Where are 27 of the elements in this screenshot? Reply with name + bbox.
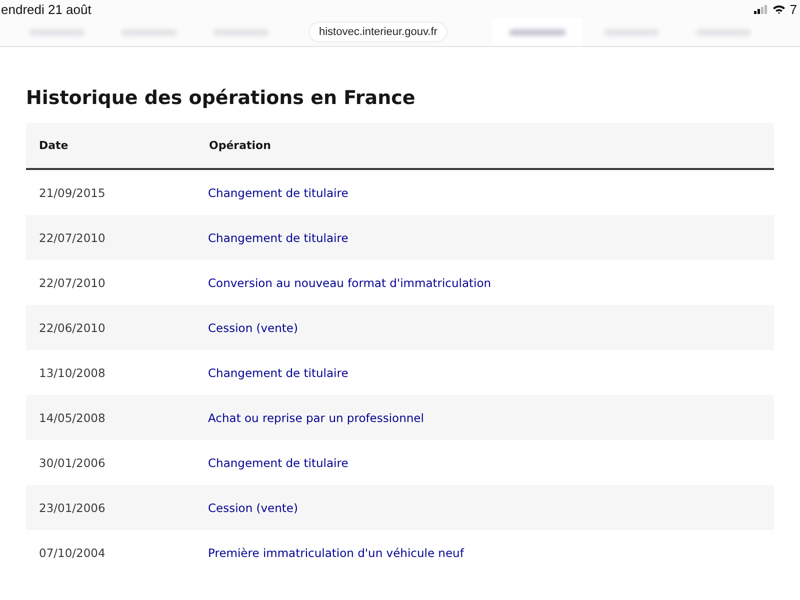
column-header: Opération <box>208 139 272 152</box>
operation-link[interactable]: Conversion au nouveau format d'immatriculation <box>196 276 492 290</box>
date-cell-text: 22/06/2010 <box>38 320 106 334</box>
status-date: endredi 21 août <box>1 2 92 16</box>
date-cell-text: 22/07/2010 <box>38 276 106 290</box>
url-bar[interactable]: histovec.interieur.gouv.fr <box>310 23 446 41</box>
operation-link[interactable]: Changement de titulaire <box>196 230 348 244</box>
column-header: Date <box>38 139 70 152</box>
tab[interactable] <box>492 18 582 46</box>
date-cell-text: 07/10/2004 <box>38 546 106 560</box>
battery-percent: 7 <box>790 2 797 16</box>
operation-link[interactable]: Changement de titulaire <box>196 366 348 380</box>
operation-link[interactable]: Changement de titulaire <box>196 186 348 200</box>
wifi-icon <box>772 4 785 14</box>
operation-link[interactable]: Première immatriculation d'un véhicule neuf <box>196 546 464 560</box>
date-cell-text: 23/01/2006 <box>38 500 106 514</box>
signal-icon <box>754 4 768 14</box>
date-cell-text: 13/10/2008 <box>38 366 106 380</box>
date-cell-text: 30/01/2006 <box>38 456 106 470</box>
date-cell-text: 22/07/2010 <box>38 230 106 244</box>
operation-link[interactable]: Achat ou reprise par un professionnel <box>196 410 424 424</box>
section-title: Historique des opérations en France <box>26 87 416 109</box>
operation-link[interactable]: Cession (vente) <box>196 320 298 334</box>
operation-link[interactable]: Changement de titulaire <box>196 456 348 470</box>
date-cell-text: 14/05/2008 <box>38 410 106 424</box>
date-cell-text: 21/09/2015 <box>38 186 106 200</box>
operation-link[interactable]: Cession (vente) <box>196 500 298 514</box>
